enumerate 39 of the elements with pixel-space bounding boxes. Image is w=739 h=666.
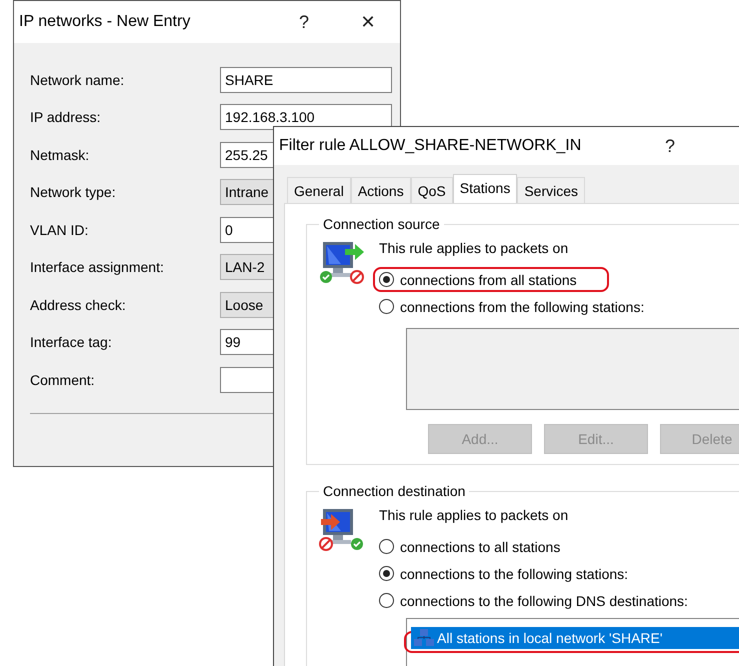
radio-option[interactable]: connections to the following DNS destinations: [379, 587, 688, 614]
window-title: Filter rule ALLOW_SHARE-NETWORK_IN [279, 137, 582, 155]
intro-text: This rule applies to packets on [379, 240, 570, 258]
window-title: IP networks - New Entry [19, 13, 192, 31]
list-item[interactable]: All stations in local network 'SHARE' [411, 627, 739, 649]
station-list[interactable] [406, 328, 739, 410]
network-icon [414, 629, 434, 647]
radio-option[interactable]: connections from the following stations: [379, 293, 644, 320]
radio-button[interactable] [379, 299, 394, 314]
field-label: Netmask: [30, 146, 90, 163]
group-title: Connection source [322, 216, 441, 232]
tab[interactable]: QoS [410, 177, 453, 203]
radio-option[interactable]: connections from all stations [379, 266, 577, 293]
radio-button[interactable] [379, 593, 394, 608]
field-label: IP address: [30, 109, 102, 126]
tab[interactable]: General [287, 177, 351, 203]
tab[interactable]: Actions [350, 177, 411, 203]
radio-button[interactable] [379, 539, 394, 554]
field-label: Address check: [30, 296, 127, 313]
field-label: VLAN ID: [30, 222, 90, 238]
close-button[interactable]: ✕ [336, 11, 400, 33]
radio-option[interactable]: connections to all stations [379, 533, 560, 560]
field-label: Comment: [30, 372, 96, 388]
tab[interactable]: Services [517, 177, 586, 203]
field-label: Interface tag: [30, 334, 113, 350]
radio-option[interactable]: connections to the following stations: [379, 560, 628, 587]
tab[interactable]: Stations [452, 174, 518, 203]
field-label: Interface assignment: [30, 259, 165, 276]
monitor-icon [319, 240, 367, 284]
intro-text: This rule applies to packets on [379, 507, 570, 525]
station-list[interactable]: All stations in local network 'SHARE' [406, 618, 739, 666]
group-title: Connection destination [322, 483, 466, 499]
input-field[interactable]: SHARE [220, 66, 392, 93]
help-button[interactable]: ? [638, 136, 702, 156]
help-button[interactable]: ? [272, 12, 336, 32]
field-label: Network type: [30, 184, 117, 200]
radio-button[interactable] [379, 566, 394, 581]
field-label: Network name: [30, 72, 126, 88]
radio-button[interactable] [379, 272, 394, 287]
